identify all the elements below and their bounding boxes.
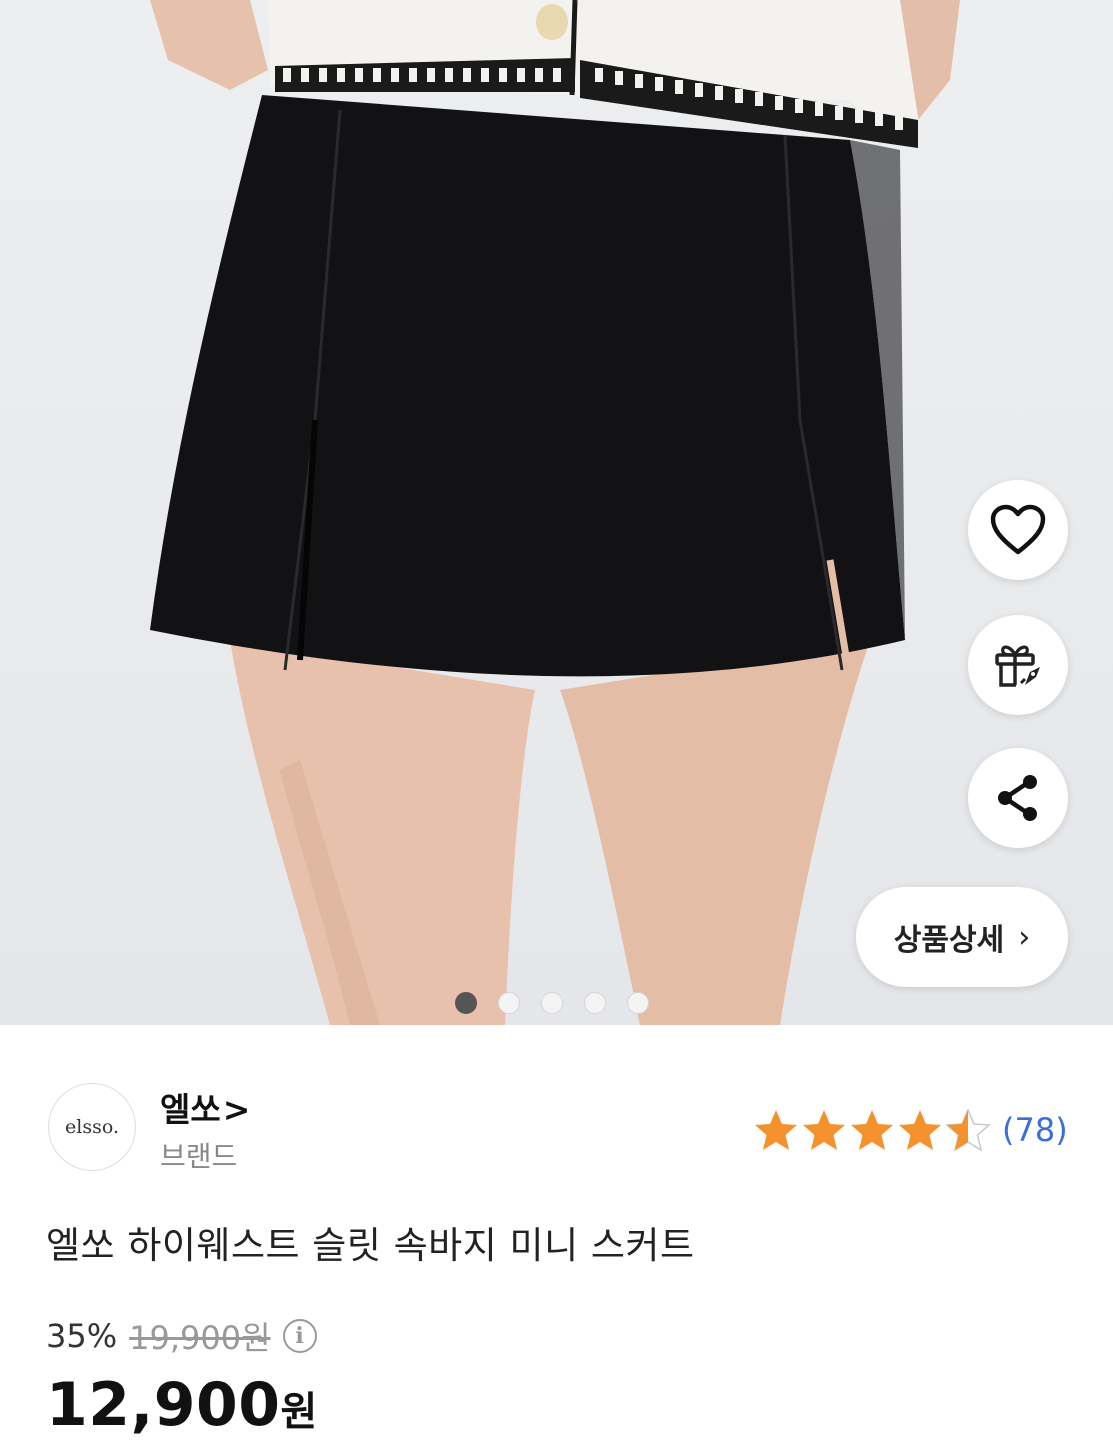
carousel-dot[interactable]	[498, 992, 520, 1014]
gift-icon	[995, 645, 1040, 687]
rating-summary[interactable]: (78)	[752, 1107, 1068, 1153]
brand-logo-text: elsso.	[65, 1116, 119, 1138]
share-icon	[998, 775, 1037, 821]
chevron-right-icon: ›	[1018, 919, 1031, 955]
price-row: 35% 19,900원 i	[46, 1313, 317, 1359]
chevron-right-icon: >	[222, 1090, 251, 1129]
brand-logo[interactable]: elsso.	[48, 1083, 136, 1171]
carousel-dot[interactable]	[584, 992, 606, 1014]
heart-icon	[990, 504, 1046, 555]
discount-rate: 35%	[46, 1317, 118, 1355]
share-button[interactable]	[968, 748, 1068, 848]
review-count[interactable]: (78)	[1002, 1111, 1068, 1149]
brand-name-link[interactable]: 엘쏘>	[160, 1083, 250, 1131]
product-title: 엘쏘 하이웨스트 슬릿 속바지 미니 스커트	[46, 1224, 695, 1267]
carousel-dot[interactable]	[455, 992, 477, 1014]
info-icon[interactable]: i	[282, 1319, 317, 1353]
brand-type-label: 브랜드	[160, 1140, 238, 1173]
carousel-dot[interactable]	[627, 992, 649, 1014]
product-photo	[150, 0, 960, 1025]
star-rating	[752, 1107, 992, 1153]
product-image-carousel[interactable]: 상품상세 ›	[0, 0, 1113, 1025]
star-half-icon	[945, 1108, 991, 1152]
original-price: 19,900원	[129, 1319, 271, 1357]
gift-button[interactable]	[968, 615, 1068, 715]
product-info: elsso. 엘쏘> 브랜드 (78) 엘쏘 하이웨스트 슬릿 속바지 미니 스…	[0, 1025, 1113, 1440]
product-detail-button[interactable]: 상품상세 ›	[856, 887, 1068, 987]
sale-price: 12,900원	[46, 1370, 318, 1440]
star-full-icon	[899, 1110, 941, 1150]
sale-price-amount: 12,900	[46, 1370, 281, 1440]
brand-name: 엘쏘	[160, 1090, 221, 1129]
sale-price-unit: 원	[280, 1389, 318, 1435]
carousel-indicator	[455, 992, 649, 1014]
product-detail-label: 상품상세	[893, 923, 1005, 958]
carousel-dot[interactable]	[541, 992, 563, 1014]
like-button[interactable]	[968, 480, 1068, 580]
star-full-icon	[803, 1110, 845, 1150]
star-full-icon	[755, 1110, 797, 1150]
star-full-icon	[851, 1110, 893, 1150]
